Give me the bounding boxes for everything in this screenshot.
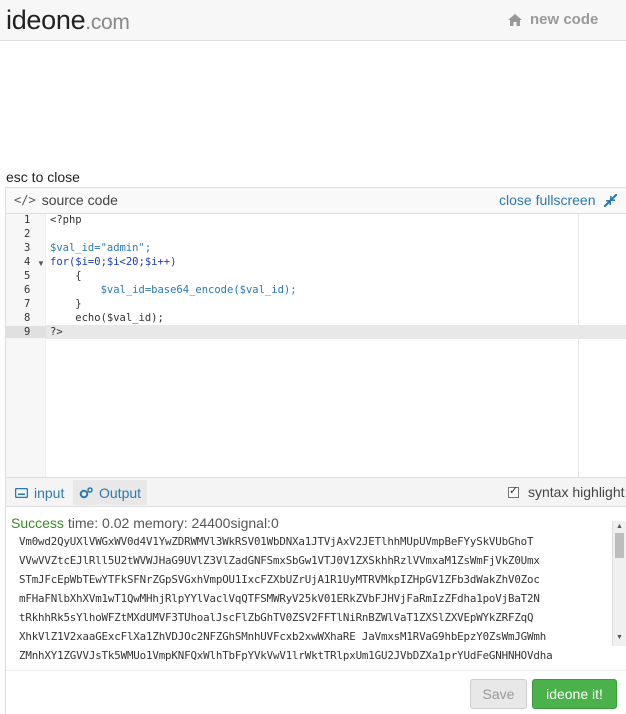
tab-input[interactable]: input — [9, 480, 70, 505]
logo-main: ideone — [6, 5, 86, 35]
stdout-line: ZMnhXY1ZGVVJsTk5WMUo1VmpKNFQxWlhTbFpYVkV… — [19, 649, 553, 662]
io-tab-bar: input Output syntax highlight — [6, 477, 626, 507]
close-fullscreen-link[interactable]: close fullscreen — [499, 192, 617, 208]
output-area: Success time: 0.02 memory: 24400signal:0… — [6, 507, 626, 670]
memory-value: 24400 — [191, 515, 231, 531]
code-line: } — [50, 298, 82, 310]
active-line-highlight — [6, 325, 626, 339]
syntax-highlight-checkbox[interactable] — [508, 484, 519, 498]
home-icon — [508, 13, 522, 26]
scroll-thumb[interactable] — [615, 533, 624, 558]
stdout-line: Vm0wd2QyUXlVWGxWV0d4V1YwZDRWMVl3WkRSV01W… — [19, 535, 534, 548]
code-line: $val_id="admin"; — [50, 242, 152, 254]
syntax-highlight-toggle[interactable]: syntax highlight — [508, 484, 625, 500]
source-code-label: source code — [41, 192, 118, 208]
output-tab-label: Output — [99, 484, 142, 501]
signal-label: signal: — [230, 515, 271, 531]
source-code-bar: </> source code close fullscreen — [6, 188, 626, 214]
stdout-line: STmJFcEpWbTEwYTFkSFNrZGpSVGxhVmpOU1IxcFZ… — [19, 573, 540, 586]
esc-hint: esc to close — [6, 169, 80, 185]
code-line: <?php — [50, 214, 82, 226]
line-number: 9 — [6, 326, 46, 338]
save-button[interactable]: Save — [470, 679, 527, 709]
source-code-title: </> source code — [14, 192, 118, 208]
stdout-line: mFHaFNlbXhXVm1wT1QwMHhjRlpYYlVaclVqQTFSM… — [19, 592, 540, 605]
output-scrollbar[interactable]: ▲ ▼ — [612, 521, 626, 646]
stdout-box[interactable]: Vm0wd2QyUXlVWGxWV0d4V1YwZDRWMVl3WkRSV01W… — [6, 535, 612, 668]
syntax-highlight-label: syntax highlight — [528, 484, 625, 500]
signal-value: 0 — [270, 515, 279, 531]
memory-label: memory: — [133, 515, 188, 531]
status-success: Success — [11, 515, 64, 531]
close-fullscreen-label: close fullscreen — [499, 192, 596, 208]
code-icon: </> — [14, 193, 36, 207]
print-margin — [578, 214, 579, 477]
code-line: for($i=0;$i<20;$i++) — [50, 256, 177, 268]
editor-panel: </> source code close fullscreen 1 2 3 4… — [5, 187, 626, 714]
ideone-it-button[interactable]: ideone it! — [532, 679, 617, 709]
collapse-arrows-icon — [603, 193, 617, 207]
code-line: { — [50, 270, 82, 282]
tab-output[interactable]: Output — [73, 480, 148, 505]
line-number: 2 — [24, 228, 31, 240]
gears-icon — [79, 486, 93, 498]
line-number: 6 — [24, 284, 31, 296]
top-header: ideone.com new code — [0, 0, 626, 41]
code-editor[interactable]: 1 2 3 4 ▼ 5 6 7 8 9 <?php $val_id="admin… — [6, 214, 626, 477]
new-code-label: new code — [530, 11, 599, 28]
line-number: 5 — [24, 270, 31, 282]
new-code-link[interactable]: new code — [508, 11, 598, 28]
line-number: 3 — [24, 242, 31, 254]
code-line: $val_id=base64_encode($val_id); — [50, 284, 297, 296]
line-number: 1 — [24, 214, 31, 226]
keyboard-icon — [15, 487, 28, 498]
run-status: Success time: 0.02 memory: 24400signal:0 — [11, 515, 279, 531]
stdout-line: XhkVlZ1V2xaaGExcFlXa1ZhVDJOc2NFZGhSMnhUV… — [19, 630, 547, 643]
input-tab-label: input — [34, 484, 65, 501]
stdout-line: tRkhhRk5sYlhoWFZtMXdUMVF3TUhoalJscFlZbGh… — [19, 611, 534, 624]
action-footer: Save ideone it! — [6, 670, 626, 714]
stdout-line: VVwVVZtcEJlRll5U2tWVWJHaG9UVlZ3VlZadGNFS… — [19, 554, 540, 567]
scroll-down-icon[interactable]: ▼ — [616, 634, 623, 641]
code-line: echo($val_id); — [50, 312, 164, 324]
code-line: ?> — [50, 326, 63, 338]
scroll-up-icon[interactable]: ▲ — [616, 523, 623, 530]
ideone-logo[interactable]: ideone.com — [6, 5, 130, 36]
line-number: 7 — [24, 298, 31, 310]
fold-arrow-icon[interactable]: ▼ — [37, 259, 45, 268]
time-value: 0.02 — [102, 515, 130, 531]
time-label: time: — [67, 515, 99, 531]
line-number-gutter: 1 2 3 4 ▼ 5 6 7 8 9 — [6, 214, 46, 477]
logo-suffix: .com — [85, 11, 130, 34]
line-number: 8 — [24, 312, 31, 324]
